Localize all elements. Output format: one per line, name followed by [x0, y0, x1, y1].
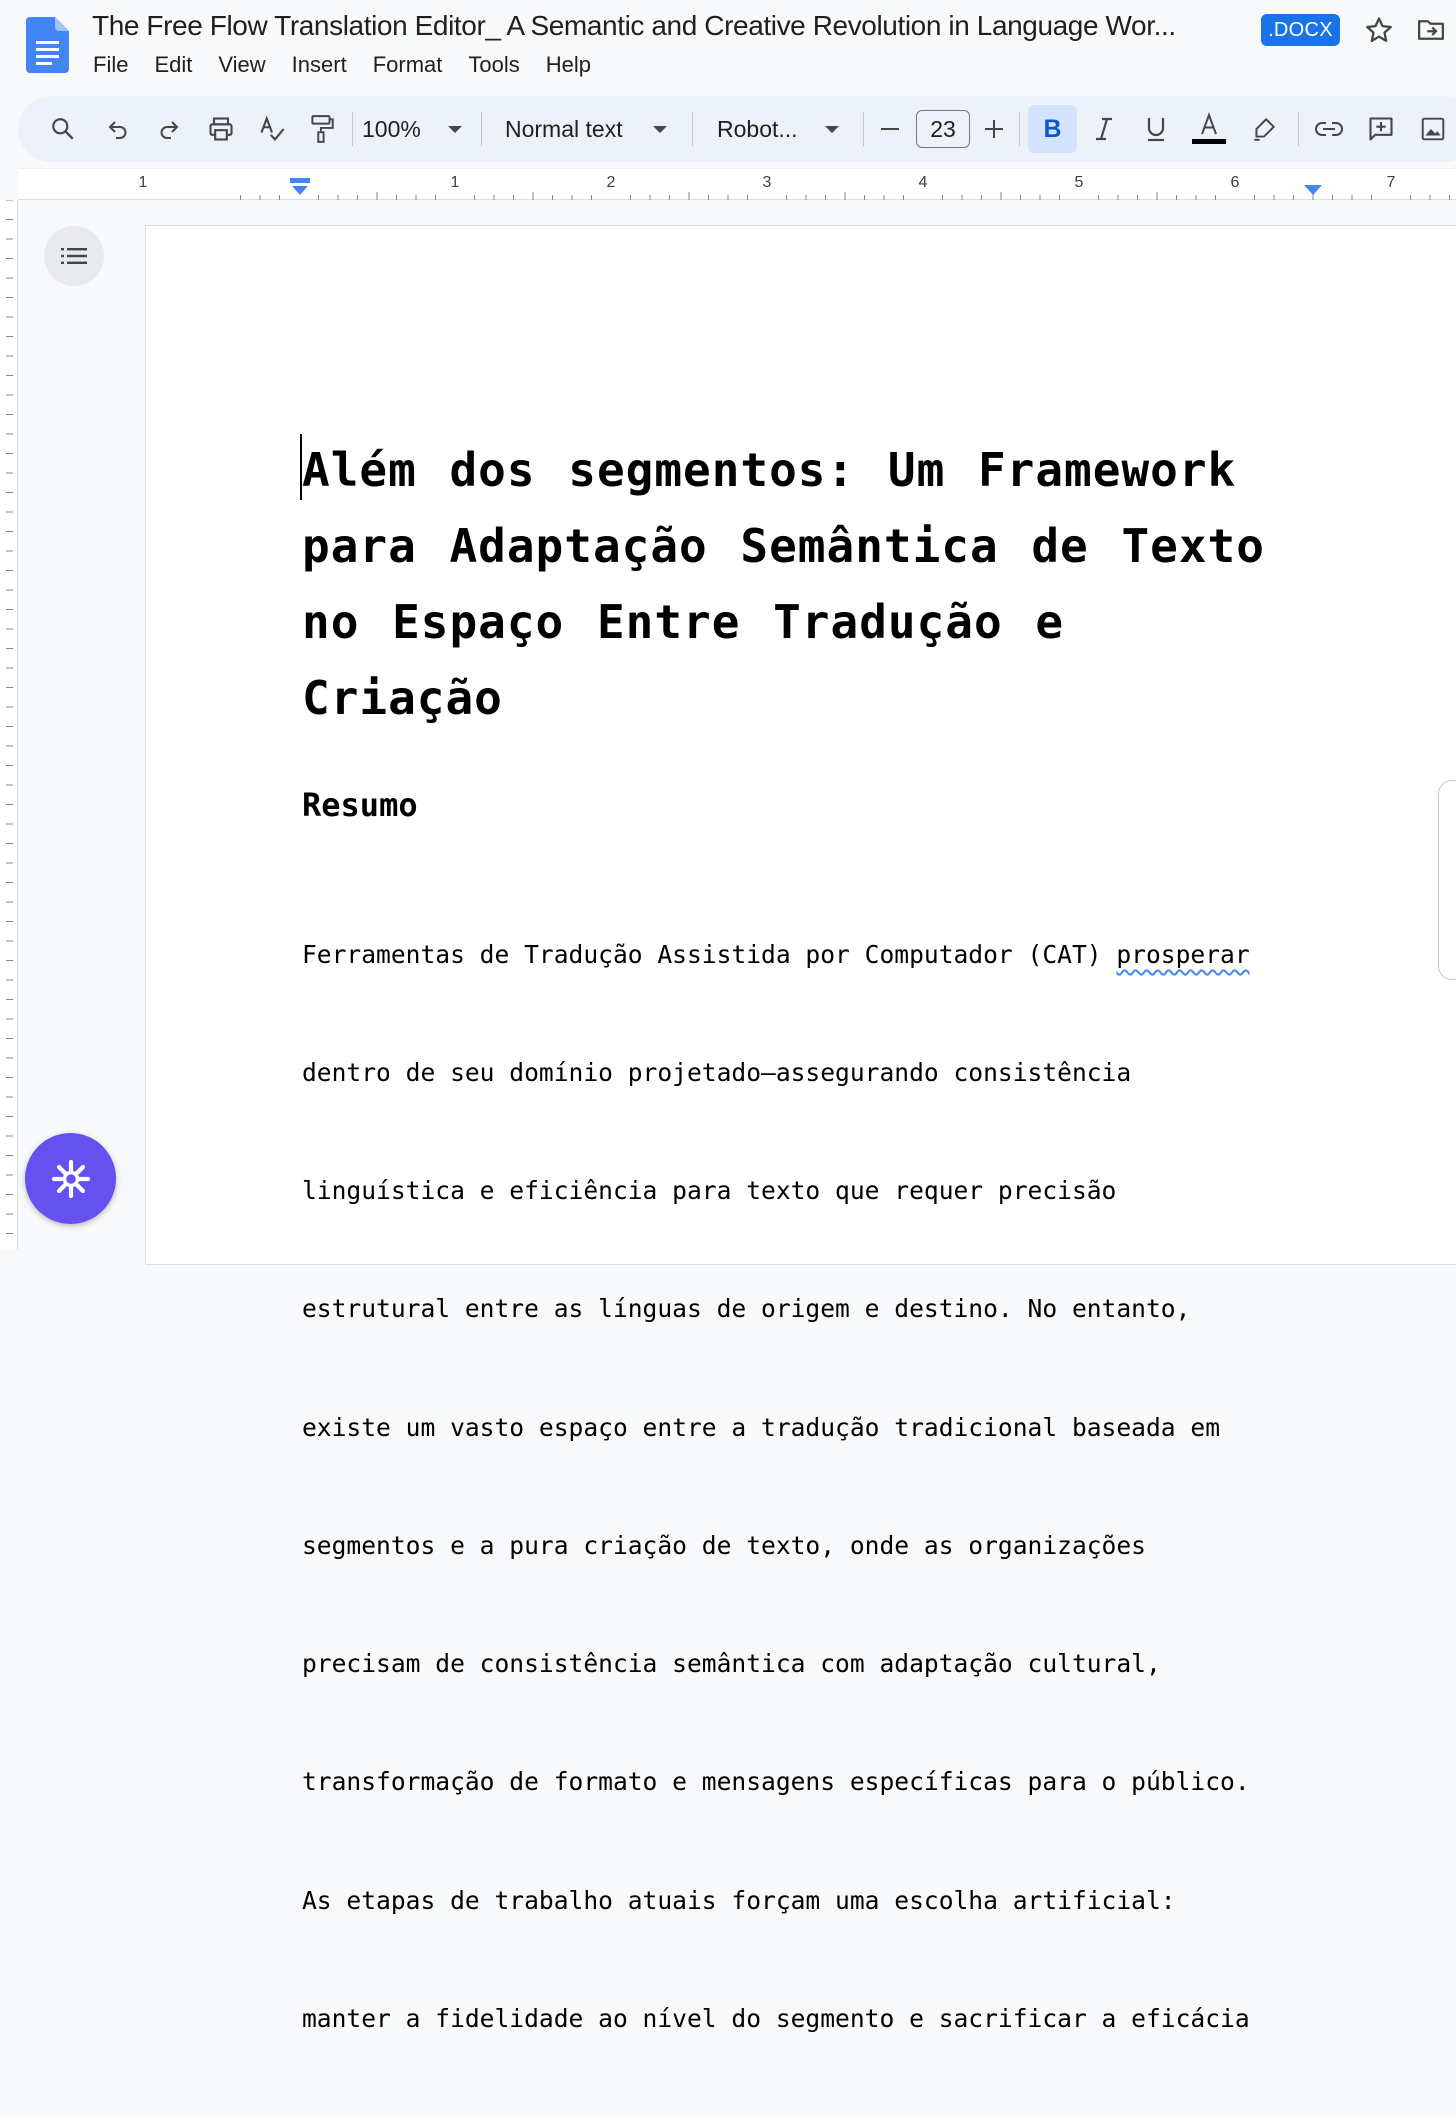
- redo-button[interactable]: [151, 96, 187, 162]
- vertical-ruler-ticks: [6, 199, 13, 1234]
- menu-insert[interactable]: Insert: [279, 50, 360, 80]
- redo-icon: [160, 121, 179, 139]
- font-size-input[interactable]: 23: [916, 110, 970, 148]
- google-docs-logo-icon[interactable]: [26, 17, 69, 73]
- chevron-down-icon: [825, 125, 839, 133]
- body-line-text: Ferramentas de Tradução Assistida por Co…: [302, 939, 1117, 969]
- body-line: transformação de formato e mensagens esp…: [302, 1767, 1250, 1797]
- star-icon[interactable]: [1364, 15, 1394, 45]
- right-indent-marker-icon[interactable]: [1303, 184, 1323, 196]
- spellcheck-icon: [260, 115, 285, 142]
- zoom-select[interactable]: 100%: [362, 96, 462, 162]
- paragraph-style-select[interactable]: Normal text: [505, 96, 667, 162]
- sparkle-gear-icon: [51, 1159, 90, 1198]
- toolbar: 100% Normal text Robot... 23 B: [18, 96, 1456, 162]
- bold-icon: B: [1043, 115, 1062, 143]
- title-line: Criação: [302, 671, 503, 725]
- decrease-font-size-button[interactable]: [876, 96, 904, 162]
- decrease-font-icon: [881, 128, 899, 130]
- menu-file[interactable]: File: [80, 50, 141, 80]
- font-family-select[interactable]: Robot...: [717, 96, 839, 162]
- ruler-label: 3: [762, 174, 772, 191]
- menu-tools[interactable]: Tools: [455, 50, 532, 80]
- body-line: dentro de seu domínio projetado—assegura…: [302, 1058, 1132, 1088]
- document-heading-title: Além dos segmentos: Um Framework para Ad…: [302, 432, 1312, 736]
- menu-help[interactable]: Help: [533, 50, 604, 80]
- ruler-label: 5: [1074, 174, 1084, 191]
- paint-format-icon: [311, 115, 334, 143]
- section-heading: Resumo: [302, 786, 418, 824]
- search-menus-button[interactable]: [44, 96, 82, 162]
- add-comment-button[interactable]: [1362, 96, 1400, 162]
- title-line: para Adaptação Semântica de Texto: [302, 519, 1265, 573]
- chevron-down-icon: [448, 125, 462, 133]
- underline-icon: [1147, 118, 1165, 142]
- insert-link-button[interactable]: [1310, 96, 1348, 162]
- link-icon: [1315, 122, 1343, 136]
- body-line: linguística e eficiência para texto que …: [302, 1176, 1117, 1206]
- move-to-folder-icon[interactable]: [1416, 15, 1446, 45]
- gemini-assist-button[interactable]: [25, 1133, 116, 1224]
- search-icon: [52, 118, 74, 140]
- paint-format-button[interactable]: [304, 96, 340, 162]
- text-cursor: [300, 434, 302, 500]
- increase-font-icon: [985, 120, 1003, 138]
- outline-list-icon: [61, 248, 87, 264]
- print-icon: [209, 117, 233, 141]
- add-comment-icon: [1369, 117, 1393, 141]
- title-line: Além dos segmentos: Um Framework: [302, 443, 1237, 497]
- undo-button[interactable]: [100, 96, 136, 162]
- vertical-ruler[interactable]: [0, 199, 18, 1250]
- ruler-label: 4: [918, 174, 928, 191]
- insert-image-button[interactable]: [1414, 96, 1452, 162]
- text-color-icon: [1192, 112, 1226, 144]
- document-outline-button[interactable]: [44, 226, 104, 286]
- document-title[interactable]: The Free Flow Translation Editor_ A Sema…: [92, 10, 1176, 42]
- print-button[interactable]: [202, 96, 240, 162]
- spelling-error-word[interactable]: prosperar: [1116, 940, 1249, 969]
- title-line: no Espaço Entre Tradução e: [302, 595, 1065, 649]
- highlight-button[interactable]: [1246, 96, 1282, 162]
- document-body[interactable]: Além dos segmentos: Um Framework para Ad…: [300, 432, 1312, 2117]
- font-family-value: Robot...: [717, 115, 798, 142]
- ruler-label: 6: [1230, 174, 1240, 191]
- body-line: estrutural entre as línguas de origem e …: [302, 1294, 1191, 1324]
- ruler-ticks: [240, 192, 1450, 200]
- ruler-label: 1: [138, 174, 148, 191]
- body-line: As etapas de trabalho atuais forçam uma …: [302, 1885, 1176, 1915]
- left-indent-marker-icon[interactable]: [289, 178, 311, 196]
- body-line: precisam de consistência semântica com a…: [302, 1649, 1161, 1679]
- insert-image-icon: [1421, 117, 1445, 141]
- chevron-down-icon: [653, 125, 667, 133]
- underline-button[interactable]: [1138, 96, 1174, 162]
- bold-button[interactable]: B: [1028, 105, 1077, 153]
- abstract-paragraph: Ferramentas de Tradução Assistida por Co…: [302, 856, 1312, 2117]
- menu-edit[interactable]: Edit: [141, 50, 205, 80]
- body-line: manter a fidelidade ao nível do segmento…: [302, 2003, 1250, 2033]
- body-line: existe um vasto espaço entre a tradução …: [302, 1412, 1221, 1442]
- side-panel-tab[interactable]: [1438, 780, 1456, 980]
- menu-format[interactable]: Format: [360, 50, 456, 80]
- title-bar: The Free Flow Translation Editor_ A Sema…: [0, 0, 1456, 96]
- horizontal-ruler[interactable]: 1 1 2 3 4 5 6 7: [18, 168, 1456, 200]
- zoom-value: 100%: [362, 115, 421, 142]
- menu-bar: File Edit View Insert Format Tools Help: [80, 50, 604, 80]
- file-type-badge: .DOCX: [1261, 14, 1340, 46]
- ruler-label: 7: [1386, 174, 1396, 191]
- ruler-label: 1: [450, 174, 460, 191]
- spellcheck-button[interactable]: [254, 96, 290, 162]
- increase-font-size-button[interactable]: [980, 96, 1008, 162]
- ruler-label: 2: [606, 174, 616, 191]
- paragraph-style-value: Normal text: [505, 115, 623, 142]
- body-line: segmentos e a pura criação de texto, ond…: [302, 1530, 1146, 1560]
- text-color-button[interactable]: [1190, 96, 1228, 162]
- highlight-icon: [1254, 118, 1275, 141]
- italic-icon: [1096, 117, 1112, 141]
- undo-icon: [108, 121, 127, 139]
- body-line: Ferramentas de Tradução Assistida por Co…: [302, 935, 1312, 974]
- italic-button[interactable]: [1086, 96, 1122, 162]
- menu-view[interactable]: View: [205, 50, 278, 80]
